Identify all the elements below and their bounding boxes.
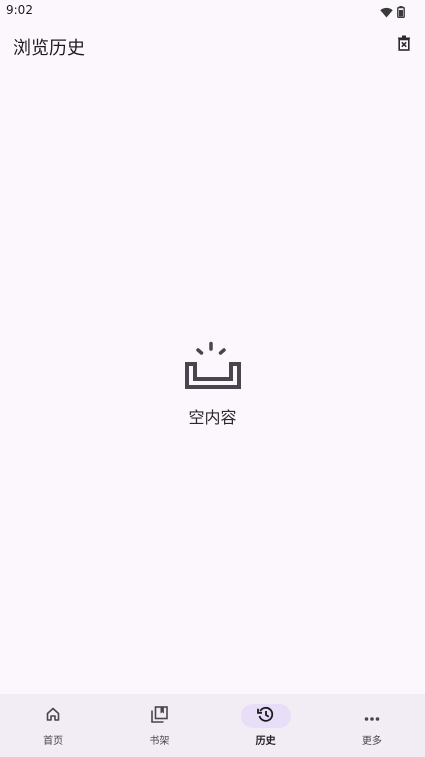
nav-label: 首页 — [43, 736, 64, 747]
nav-indicator — [134, 704, 184, 728]
nav-indicator — [347, 704, 397, 728]
bookshelf-icon — [151, 705, 168, 727]
empty-box-icon — [184, 340, 242, 394]
nav-indicator-active — [240, 704, 291, 728]
nav-indicator — [28, 704, 78, 728]
nav-item-history[interactable]: 历史 — [213, 694, 319, 757]
nav-item-bookshelf[interactable]: 书架 — [106, 694, 212, 757]
empty-state: 空内容 — [0, 340, 425, 428]
status-icons — [380, 3, 405, 22]
home-icon — [45, 706, 61, 726]
empty-state-label: 空内容 — [188, 408, 237, 427]
nav-label: 历史 — [255, 736, 276, 747]
more-icon — [364, 707, 380, 726]
battery-icon — [397, 3, 405, 22]
wifi-icon — [380, 3, 393, 22]
page-title: 浏览历史 — [13, 38, 85, 59]
status-bar: 9:02 — [0, 0, 425, 20]
nav-label: 书架 — [149, 736, 170, 747]
history-icon — [257, 706, 274, 727]
nav-item-more[interactable]: 更多 — [319, 694, 425, 757]
bottom-navigation: 首页 书架 历史 更多 — [0, 694, 425, 757]
app-bar: 浏览历史 — [0, 24, 425, 68]
nav-item-home[interactable]: 首页 — [0, 694, 106, 757]
nav-label: 更多 — [361, 736, 382, 747]
delete-history-icon — [397, 35, 411, 55]
clear-history-button[interactable] — [393, 34, 415, 56]
status-time: 9:02 — [6, 3, 33, 17]
